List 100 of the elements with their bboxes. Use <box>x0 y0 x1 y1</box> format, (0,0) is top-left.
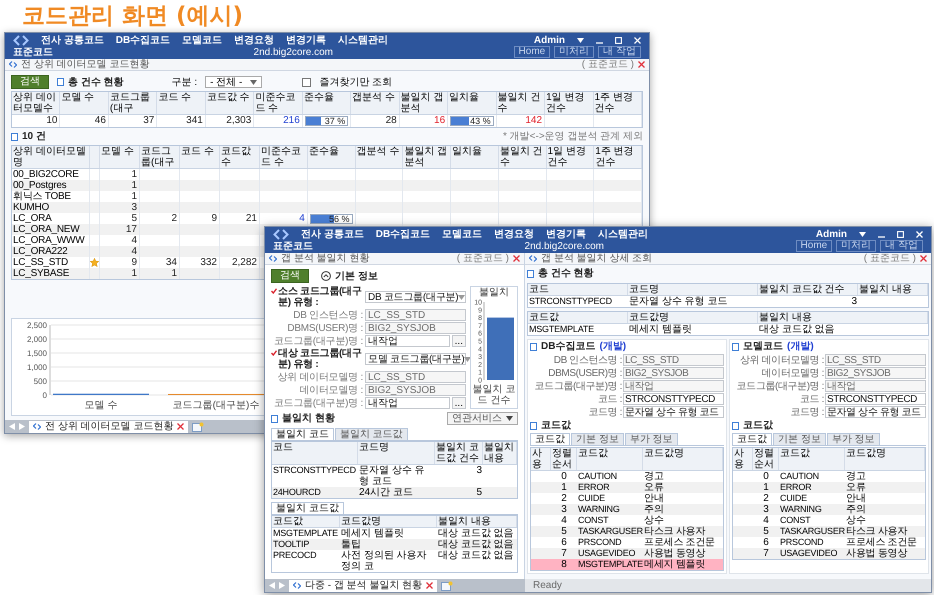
select-field[interactable]: - 전체 - <box>205 76 262 88</box>
tab[interactable]: 불일치 코드 <box>271 428 334 440</box>
table-cell-text: ERROR <box>577 482 610 493</box>
table-cell-text: 툴팁 <box>340 539 362 550</box>
menu-item[interactable]: 변경기록 <box>286 34 326 46</box>
table-cell-text: 사용법 동영상 <box>845 548 908 559</box>
menu-item[interactable]: 전사 공통코드 <box>301 228 364 240</box>
input-field[interactable]: 내작업 <box>365 397 450 409</box>
dropdown-button[interactable]: 연관서비스 <box>447 412 518 425</box>
field-label: 코드 : <box>597 394 622 404</box>
tab[interactable]: 기본 정보 <box>571 433 624 445</box>
input-field[interactable]: STRCONSTTYPECD <box>623 393 724 405</box>
tab[interactable]: 기본 정보 <box>773 433 826 445</box>
page-title: 코드관리 화면 (예시) <box>21 2 244 30</box>
new-tab-icon[interactable] <box>192 422 204 432</box>
collapse-icon[interactable] <box>321 271 331 281</box>
field-label: 상위 데이터모델명 : <box>277 372 363 382</box>
table-cell-text: CUIDE <box>577 493 606 504</box>
input-field[interactable]: 문자열 상수 유형 코드 <box>825 406 926 418</box>
tab[interactable]: 부가 정보 <box>624 433 678 445</box>
nav-button[interactable]: 내 작업 <box>598 46 641 58</box>
nav-button[interactable]: 미처리 <box>554 46 594 58</box>
select-field[interactable]: DB 코드그룹(대구분) <box>365 291 466 303</box>
table-cell-text: 안내 <box>845 493 866 504</box>
environment-link[interactable]: (개발) <box>599 341 626 352</box>
tab[interactable]: 코드값 <box>732 433 772 445</box>
tab[interactable]: 부가 정보 <box>826 433 880 445</box>
user-name: Admin <box>534 34 565 46</box>
table-cell-text: 1 <box>560 482 568 493</box>
table-cell-text: 4 <box>762 515 770 526</box>
table-cell: 142 <box>496 115 546 127</box>
search-button[interactable]: 검색 <box>271 269 309 283</box>
menu-item[interactable]: DB수집코드 <box>116 34 170 46</box>
field-label: DBMS(USER)명 : <box>287 322 363 334</box>
nav-button[interactable]: 내 작업 <box>880 240 923 252</box>
progress-label: 43 % <box>470 117 491 125</box>
column-header: 불일치 내용 <box>483 442 517 464</box>
nav-button[interactable]: Home <box>796 240 832 252</box>
new-tab-icon[interactable] <box>441 580 454 590</box>
column-header: 불일치 코드값 건수 <box>758 284 858 295</box>
section-title: 총 건수 현황 <box>538 268 594 279</box>
menu-item[interactable]: 모델코드 <box>442 228 482 240</box>
section-title: 기본 정보 <box>335 270 378 282</box>
menu-item[interactable]: 변경요청 <box>494 228 534 240</box>
menu-item[interactable]: 모델코드 <box>182 34 222 46</box>
breadcrumb-title: 갭 분석 불일치 상세 조회 <box>541 253 652 264</box>
arrows-icon <box>33 423 41 430</box>
close-icon[interactable] <box>426 582 434 589</box>
table-cell-text: 0 <box>762 471 770 482</box>
column-header: 일치율 <box>451 146 499 168</box>
axis-tick-label: 1,500 <box>26 349 47 358</box>
tab[interactable]: 불일치 코드값 <box>271 502 344 514</box>
field-label: 데이터모델명 : <box>760 368 824 378</box>
column-header: 코드명 <box>358 442 435 464</box>
caret-icon <box>458 294 466 300</box>
status-text: Ready <box>533 580 562 591</box>
table-cell: 216 <box>254 115 303 127</box>
menu-item[interactable]: 전사 공통코드 <box>41 34 104 46</box>
table-cell: 1 <box>140 268 180 279</box>
maximize-icon[interactable] <box>897 230 904 238</box>
progress-label: 37 % <box>324 117 346 125</box>
browse-button[interactable]: ... <box>452 335 466 347</box>
column-header: 코드그룹(대구 <box>108 92 158 114</box>
document-tab[interactable]: 다중 - 갭 분석 불일치 현황 <box>289 580 438 592</box>
table-cell-text: PRSCOND <box>577 537 622 548</box>
environment-link[interactable]: (개발) <box>787 341 814 352</box>
input-field[interactable]: 내작업 <box>365 335 450 347</box>
browse-button[interactable]: ... <box>452 397 466 409</box>
table-cell: 10 <box>12 115 60 127</box>
document-tab[interactable]: 전 상위 데이터모델 코드현황 <box>29 420 188 432</box>
input-field[interactable]: 문자열 상수 유형 코드 <box>623 406 724 418</box>
menu-item[interactable]: 시스템관리 <box>338 34 388 46</box>
table-cell: 2,303 <box>206 115 254 127</box>
menu-item[interactable]: 변경기록 <box>546 228 586 240</box>
column-header: 코드 수 <box>157 92 206 114</box>
input-field[interactable]: STRCONSTTYPECD <box>825 393 926 405</box>
search-button[interactable]: 검색 <box>11 75 49 89</box>
table-cell-text: 5 <box>560 526 568 537</box>
table-cell-text: WARNING <box>779 504 823 515</box>
section-title: DB수집코드 <box>541 341 596 352</box>
checkbox[interactable] <box>302 78 312 86</box>
menu-item[interactable]: DB수집코드 <box>376 228 430 240</box>
table-cell-text: STRCONSTTYPECD <box>528 296 613 307</box>
section-title: 코드값 <box>541 420 571 431</box>
column-header: 미준수코드 수 <box>254 92 303 114</box>
menu-item[interactable]: 시스템관리 <box>598 228 648 240</box>
tab[interactable]: 코드값 <box>530 433 570 445</box>
field-label: 코드그룹(대구분)명 : <box>534 380 622 392</box>
maximize-icon[interactable] <box>615 36 622 44</box>
table-cell-text: PRSCOND <box>779 537 824 548</box>
close-icon[interactable] <box>638 61 645 68</box>
nav-button[interactable]: Home <box>514 46 550 58</box>
table-cell-text: STRCONSTTYPECD <box>272 465 357 477</box>
column-header: 불일치 코드값 건수 <box>435 442 483 464</box>
close-icon[interactable] <box>513 255 520 262</box>
close-icon[interactable] <box>920 255 927 262</box>
menu-item[interactable]: 변경요청 <box>234 34 274 46</box>
nav-button[interactable]: 미처리 <box>836 240 876 252</box>
close-icon[interactable] <box>177 423 184 430</box>
tab[interactable]: 불일치 코드값 <box>334 428 408 440</box>
